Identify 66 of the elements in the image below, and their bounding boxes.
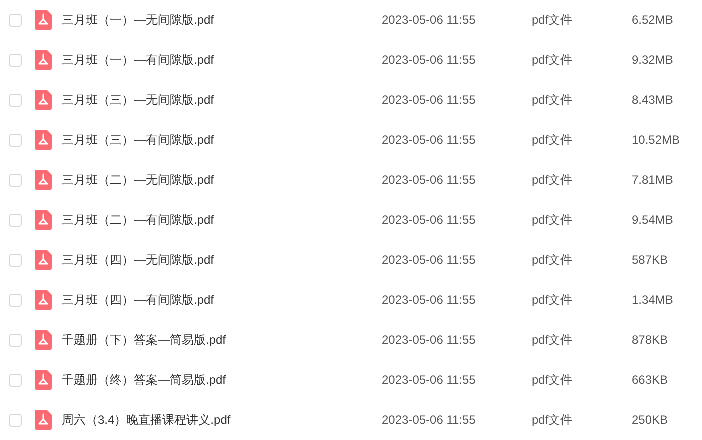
pdf-file-icon <box>35 90 52 110</box>
modified-date: 2023-05-06 11:55 <box>382 132 477 149</box>
file-size: 1.34MB <box>632 292 674 309</box>
file-size: 878KB <box>632 332 668 349</box>
file-type: pdf文件 <box>532 412 574 429</box>
modified-date: 2023-05-06 11:55 <box>382 12 477 29</box>
file-type: pdf文件 <box>532 252 574 269</box>
file-size: 587KB <box>632 252 668 269</box>
file-type: pdf文件 <box>532 132 574 149</box>
file-name: 三月班（一）—无间隙版.pdf <box>62 12 216 29</box>
modified-date: 2023-05-06 11:55 <box>382 172 477 189</box>
checkbox[interactable] <box>9 334 22 346</box>
file-type: pdf文件 <box>532 372 574 389</box>
file-type: pdf文件 <box>532 332 574 349</box>
checkbox[interactable] <box>9 54 22 66</box>
file-name: 三月班（三）—有间隙版.pdf <box>62 132 216 149</box>
pdf-file-icon <box>35 50 52 70</box>
modified-date: 2023-05-06 11:55 <box>382 212 477 229</box>
file-size: 8.43MB <box>632 92 674 109</box>
checkbox[interactable] <box>9 294 22 306</box>
file-size: 9.32MB <box>632 52 674 69</box>
modified-date: 2023-05-06 11:55 <box>382 92 477 109</box>
file-type: pdf文件 <box>532 52 574 69</box>
checkbox[interactable] <box>9 94 22 106</box>
modified-date: 2023-05-06 11:55 <box>382 412 477 429</box>
file-name: 三月班（二）—无间隙版.pdf <box>62 172 216 189</box>
file-type: pdf文件 <box>532 12 574 29</box>
file-type: pdf文件 <box>532 92 574 109</box>
file-size: 6.52MB <box>632 12 674 29</box>
file-size: 10.52MB <box>632 132 680 149</box>
modified-date: 2023-05-06 11:55 <box>382 252 477 269</box>
pdf-file-icon <box>35 330 52 350</box>
file-name: 三月班（三）—无间隙版.pdf <box>62 92 216 109</box>
pdf-file-icon <box>35 10 52 30</box>
file-size: 7.81MB <box>632 172 674 189</box>
pdf-file-icon <box>35 130 52 150</box>
modified-date: 2023-05-06 11:55 <box>382 372 477 389</box>
file-name: 周六（3.4）晚直播课程讲义.pdf <box>62 412 232 429</box>
pdf-file-icon <box>35 210 52 230</box>
modified-date: 2023-05-06 11:55 <box>382 52 477 69</box>
file-name: 三月班（四）—无间隙版.pdf <box>62 252 216 269</box>
file-size: 9.54MB <box>632 212 674 229</box>
pdf-file-icon <box>35 410 52 430</box>
file-size: 250KB <box>632 412 668 429</box>
file-name: 三月班（四）—有间隙版.pdf <box>62 292 216 309</box>
checkbox[interactable] <box>9 174 22 186</box>
file-name: 千题册（终）答案—简易版.pdf <box>62 372 228 389</box>
checkbox[interactable] <box>9 214 22 226</box>
file-type: pdf文件 <box>532 292 574 309</box>
file-type: pdf文件 <box>532 212 574 229</box>
pdf-file-icon <box>35 250 52 270</box>
checkbox[interactable] <box>9 14 22 26</box>
pdf-file-icon <box>35 290 52 310</box>
modified-date: 2023-05-06 11:55 <box>382 332 477 349</box>
pdf-file-icon <box>35 170 52 190</box>
file-name: 三月班（一）—有间隙版.pdf <box>62 52 216 69</box>
modified-date: 2023-05-06 11:55 <box>382 292 477 309</box>
file-name: 千题册（下）答案—简易版.pdf <box>62 332 228 349</box>
checkbox[interactable] <box>9 414 22 426</box>
checkbox[interactable] <box>9 254 22 266</box>
checkbox[interactable] <box>9 374 22 386</box>
file-type: pdf文件 <box>532 172 574 189</box>
file-size: 663KB <box>632 372 668 389</box>
pdf-file-icon <box>35 370 52 390</box>
file-name: 三月班（二）—有间隙版.pdf <box>62 212 216 229</box>
checkbox[interactable] <box>9 134 22 146</box>
